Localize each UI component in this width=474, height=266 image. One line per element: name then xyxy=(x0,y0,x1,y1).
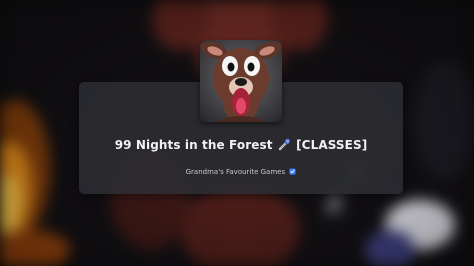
experience-title: 99 Nights in the Forest [CLASSES] xyxy=(79,137,403,152)
deer-character-icon xyxy=(200,40,282,122)
torch-icon xyxy=(278,138,290,151)
experience-title-text: 99 Nights in the Forest xyxy=(114,138,273,152)
game-thumbnail[interactable] xyxy=(200,40,282,122)
experience-title-suffix: [CLASSES] xyxy=(296,138,368,152)
creator-line[interactable]: Grandma's Favourite Games xyxy=(79,168,403,176)
verified-badge-icon xyxy=(289,168,296,175)
game-page: Z Z xyxy=(0,0,474,266)
creator-name[interactable]: Grandma's Favourite Games xyxy=(186,168,286,176)
